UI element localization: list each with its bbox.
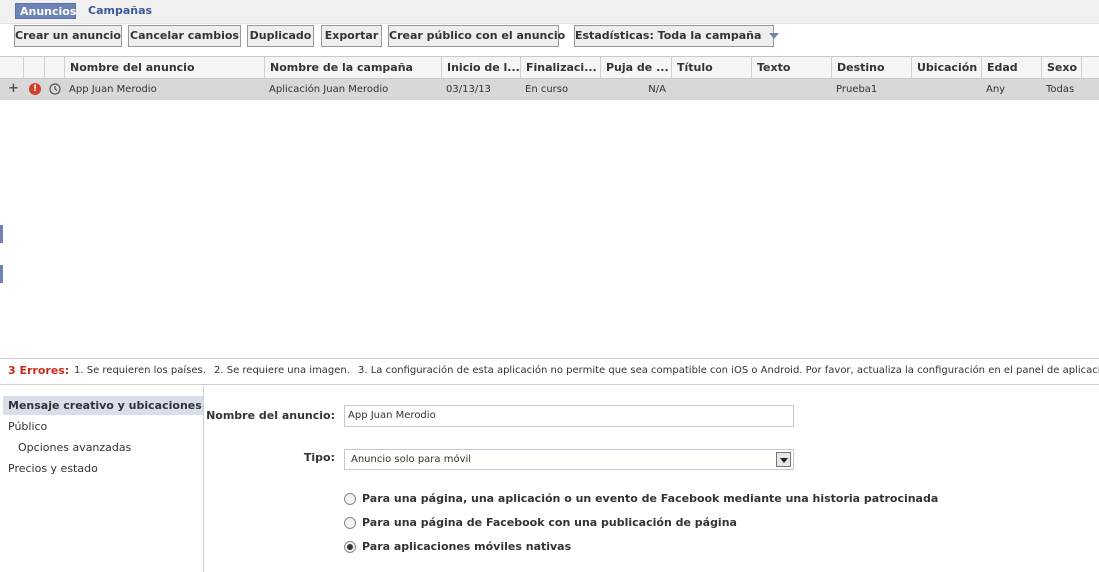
radio-label: Para aplicaciones móviles nativas bbox=[362, 540, 572, 553]
header-filler bbox=[1081, 57, 1099, 79]
column-header-ad-name[interactable]: Nombre del anuncio bbox=[64, 57, 264, 79]
column-header-sex[interactable]: Sexo bbox=[1041, 57, 1081, 79]
table-row[interactable]: + ! App Juan Merodio Aplicación Juan Mer… bbox=[0, 79, 1099, 100]
column-header-text[interactable]: Texto bbox=[751, 57, 831, 79]
type-select-value: Anuncio solo para móvil bbox=[351, 454, 472, 465]
sidebar-item-creative[interactable]: Mensaje creativo y ubicaciones bbox=[3, 396, 203, 415]
ads-table: Nombre del anuncio Nombre de la campaña … bbox=[0, 56, 1099, 356]
radio-label: Para una página, una aplicación o un eve… bbox=[362, 492, 939, 505]
duplicate-button[interactable]: Duplicado bbox=[247, 25, 314, 47]
sidebar-item-advanced-options[interactable]: Opciones avanzadas bbox=[18, 441, 131, 454]
error-item: 3. La configuración de esta aplicación n… bbox=[358, 365, 1099, 376]
chevron-down-icon bbox=[769, 33, 780, 39]
type-select[interactable]: Anuncio solo para móvil bbox=[344, 449, 794, 470]
tab-anuncios[interactable]: Anuncios bbox=[15, 3, 76, 19]
errors-bar: 3 Errores: 1. Se requieren los países. 2… bbox=[0, 358, 1099, 385]
header-icon-col-1 bbox=[23, 57, 44, 79]
create-audience-button[interactable]: Crear público con el anuncio bbox=[388, 25, 565, 47]
error-item: 1. Se requieren los países. bbox=[74, 365, 206, 376]
stats-dropdown-label: Estadísticas: Toda la campaña bbox=[575, 29, 762, 42]
column-header-placement[interactable]: Ubicación bbox=[911, 57, 981, 79]
radio-label: Para una página de Facebook con una publ… bbox=[362, 516, 737, 529]
cancel-changes-button[interactable]: Cancelar cambios bbox=[128, 25, 241, 47]
table-header: Nombre del anuncio Nombre de la campaña … bbox=[0, 57, 1099, 79]
cell-sex[interactable]: Todas bbox=[1041, 79, 1081, 100]
cell-placement[interactable] bbox=[911, 79, 981, 100]
column-header-title[interactable]: Título bbox=[671, 57, 751, 79]
sidebar-item-audience[interactable]: Público bbox=[8, 420, 47, 433]
chevron-down-icon[interactable] bbox=[776, 452, 791, 467]
tab-campanas[interactable]: Campañas bbox=[84, 3, 156, 19]
ad-name-input[interactable]: App Juan Merodio bbox=[344, 405, 794, 427]
cell-start[interactable]: 03/13/13 bbox=[441, 79, 520, 100]
cell-ad-name[interactable]: App Juan Merodio bbox=[64, 79, 264, 100]
stats-dropdown[interactable]: Estadísticas: Toda la campaña bbox=[574, 25, 780, 47]
cell-end[interactable]: En curso bbox=[520, 79, 600, 100]
column-header-bid[interactable]: Puja de ... bbox=[600, 57, 671, 79]
cell-title[interactable] bbox=[671, 79, 751, 100]
ad-name-label: Nombre del anuncio: bbox=[206, 409, 335, 422]
sidebar-item-pricing[interactable]: Precios y estado bbox=[8, 462, 98, 475]
error-icon[interactable]: ! bbox=[29, 83, 41, 95]
type-label: Tipo: bbox=[303, 451, 335, 464]
export-button[interactable]: Exportar bbox=[321, 25, 382, 47]
create-ad-button[interactable]: Crear un anuncio bbox=[14, 25, 122, 47]
expand-icon[interactable]: + bbox=[8, 79, 19, 99]
cell-bid[interactable]: N/A bbox=[600, 79, 666, 100]
toolbar: Crear un anuncio Cancelar cambios Duplic… bbox=[0, 24, 1099, 56]
error-item: 2. Se requiere una imagen. bbox=[214, 365, 350, 376]
header-icon-col-2 bbox=[44, 57, 64, 79]
column-header-end[interactable]: Finalizaci... bbox=[520, 57, 600, 79]
clock-icon bbox=[49, 83, 61, 95]
column-header-campaign[interactable]: Nombre de la campaña bbox=[264, 57, 441, 79]
column-header-start[interactable]: Inicio de l... bbox=[441, 57, 520, 79]
cell-destination[interactable]: Prueba1 bbox=[831, 79, 911, 100]
radio-button[interactable] bbox=[344, 493, 356, 505]
cell-campaign[interactable]: Aplicación Juan Merodio bbox=[264, 79, 441, 100]
cell-text[interactable] bbox=[751, 79, 831, 100]
column-header-destination[interactable]: Destino bbox=[831, 57, 911, 79]
radio-button-selected[interactable] bbox=[344, 541, 356, 553]
cell-age[interactable]: Any bbox=[981, 79, 1041, 100]
column-header-age[interactable]: Edad bbox=[981, 57, 1041, 79]
side-marker bbox=[0, 225, 3, 243]
editor-sidebar: Mensaje creativo y ubicaciones Público O… bbox=[0, 386, 204, 572]
side-marker bbox=[0, 265, 3, 283]
radio-button[interactable] bbox=[344, 517, 356, 529]
top-tabs-bar: Anuncios Campañas bbox=[0, 0, 1099, 24]
errors-title: 3 Errores: bbox=[8, 364, 70, 377]
